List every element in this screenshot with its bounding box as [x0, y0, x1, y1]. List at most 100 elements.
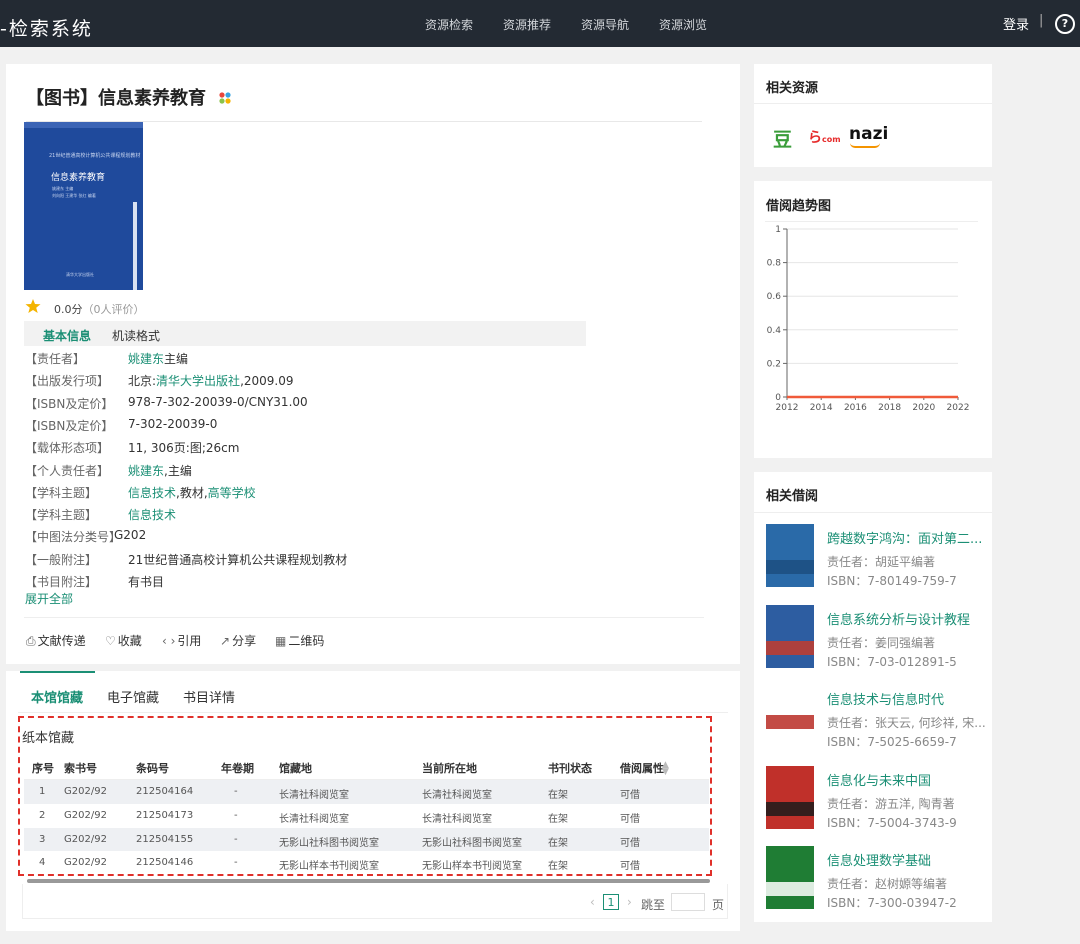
related-book-isbn: ISBN：7-5004-3743-9 — [827, 815, 957, 830]
x-tick-label: 2014 — [810, 403, 833, 413]
related-book-title[interactable]: 信息技术与信息时代 — [827, 689, 944, 708]
y-tick-label: 0.8 — [767, 259, 782, 269]
rating-score: 0.0分（0人评价） — [54, 303, 145, 316]
quote-action[interactable]: ‹ › 引用 — [162, 632, 201, 649]
y-tick-label: 1 — [775, 225, 781, 235]
expand-all-link[interactable]: 展开全部 — [25, 590, 73, 607]
document-transfer-action[interactable]: ⎙ 文献传递 — [26, 632, 86, 649]
related-book-isbn: ISBN：7-5025-6659-7 — [827, 735, 957, 749]
field-value: 21世纪普通高校计算机公共课程规划教材 — [128, 551, 347, 568]
tab-local-holdings[interactable]: 本馆馆藏 — [31, 687, 83, 706]
related-book-author: 责任者：游五洋, 陶青著 — [827, 796, 955, 811]
tab-marc-format[interactable]: 机读格式 — [112, 327, 160, 344]
field-link[interactable]: 信息技术 — [128, 486, 176, 500]
thumbnail-band — [766, 715, 814, 729]
active-tab-indicator — [20, 671, 95, 673]
field-value: 7-302-20039-0 — [128, 417, 217, 431]
y-tick-label: 0 — [775, 393, 781, 403]
related-book-author: 责任者：胡延平编著 — [827, 555, 936, 569]
action-label: 二维码 — [288, 634, 325, 648]
divider — [754, 103, 992, 104]
field-value: 信息技术 — [128, 506, 176, 523]
field-label: 【学科主题】 — [25, 508, 98, 523]
login-link[interactable]: 登录 — [1003, 14, 1029, 33]
field-value: 姚建东主编 — [128, 350, 188, 367]
field-link[interactable]: 姚建东 — [128, 464, 164, 478]
document-transfer-icon: ⎙ — [26, 634, 36, 648]
field-text: ,2009.09 — [240, 374, 294, 389]
field-link[interactable]: 高等学校 — [208, 486, 256, 500]
field-label: 【中图法分类号】 — [25, 530, 122, 545]
tab-bibliographic-details[interactable]: 书目详情 — [183, 687, 235, 706]
field-text: 北京: — [128, 374, 157, 389]
page-title: 【图书】信息素养教育 — [26, 84, 232, 110]
douban-logo[interactable]: 豆 — [773, 125, 792, 152]
action-label: 收藏 — [117, 634, 142, 648]
nav-resource-search[interactable]: 资源检索 — [425, 16, 473, 33]
highlight-box — [18, 716, 712, 876]
amazon-logo[interactable]: nazi — [849, 124, 888, 144]
nav-resource-recommend[interactable]: 资源推荐 — [503, 16, 551, 33]
field-text: 978-7-302-20039-0/CNY31.00 — [128, 394, 308, 409]
field-label: 【书目附注】 — [25, 575, 98, 589]
share-action[interactable]: ↗ 分享 — [220, 632, 256, 649]
field-value: G202 — [114, 528, 146, 542]
book-cover-image[interactable]: 21世纪普通高校计算机公共课程规划教材 信息素养教育 姚建东 主编 刘向阳 王建… — [24, 122, 143, 290]
thumbnail-band — [766, 882, 814, 896]
related-book-title[interactable]: 信息系统分析与设计教程 — [827, 609, 970, 628]
nav-resource-navigation[interactable]: 资源导航 — [581, 16, 629, 33]
field-label: 【责任者】 — [25, 352, 86, 366]
field-value: 978-7-302-20039-0/CNY31.00 — [128, 395, 308, 409]
book-thumbnail[interactable] — [766, 604, 814, 668]
y-tick-label: 0.2 — [767, 359, 781, 369]
field-link[interactable]: 姚建东 — [128, 352, 164, 366]
app-title[interactable]: -检索系统 — [0, 14, 93, 41]
borrow-trend-title: 借阅趋势图 — [766, 199, 832, 214]
qrcode-action[interactable]: ▦ 二维码 — [275, 632, 324, 649]
x-tick-label: 2012 — [776, 403, 799, 413]
field-text: ,教材, — [176, 485, 208, 500]
book-thumbnail[interactable] — [766, 846, 814, 909]
heart-action[interactable]: ♡ 收藏 — [105, 632, 142, 649]
field-text: 主编 — [164, 352, 189, 366]
help-icon[interactable]: ? — [1055, 14, 1075, 34]
field-value: 有书目 — [128, 573, 164, 590]
pager-goto-label: 跳至 — [641, 898, 666, 912]
field-link[interactable]: 信息技术 — [128, 508, 176, 522]
pager-goto-input[interactable] — [671, 893, 705, 911]
amazon-smile-icon — [850, 143, 880, 148]
field-link[interactable]: 清华大学出版社 — [156, 374, 240, 388]
x-tick-label: 2018 — [878, 403, 901, 413]
book-thumbnail[interactable] — [766, 524, 814, 587]
related-book-title[interactable]: 跨越数字鸿沟：面对第二... — [827, 528, 982, 547]
share-icon: ↗ — [220, 634, 231, 648]
nav-resource-browse[interactable]: 资源浏览 — [659, 16, 707, 33]
book-thumbnail[interactable] — [766, 765, 814, 829]
field-label: 【个人责任者】 — [25, 463, 110, 478]
field-text: G202 — [114, 528, 147, 543]
table-scrollbar[interactable] — [27, 879, 710, 883]
dangdang-logo[interactable]: らcom — [808, 127, 841, 147]
tab-basic-info[interactable]: 基本信息 — [43, 327, 91, 344]
pager-current-page[interactable]: 1 — [603, 894, 619, 910]
field-value: 北京:清华大学出版社,2009.09 — [128, 372, 294, 389]
pager-prev-icon[interactable]: ‹ — [590, 895, 595, 909]
nav-divider: | — [1039, 13, 1044, 28]
related-book-title[interactable]: 信息处理数学基础 — [827, 850, 931, 869]
field-text: 21世纪普通高校计算机公共课程规划教材 — [128, 552, 348, 567]
thumbnail-band — [766, 560, 814, 574]
x-tick-label: 2020 — [912, 403, 935, 413]
field-label: 【出版发行项】 — [25, 374, 110, 389]
field-text: 有书目 — [128, 575, 165, 589]
related-resources-title: 相关资源 — [766, 81, 819, 96]
book-thumbnail[interactable] — [766, 685, 814, 748]
star-icon[interactable] — [25, 298, 41, 314]
field-value: 信息技术,教材,高等学校 — [128, 484, 256, 501]
pager-next-icon[interactable]: › — [627, 895, 632, 909]
tab-electronic-holdings[interactable]: 电子馆藏 — [107, 687, 159, 706]
action-label: 分享 — [232, 634, 257, 648]
field-label: 【ISBN及定价】 — [25, 418, 114, 433]
field-text: 11, 306页:图;26cm — [128, 441, 240, 456]
field-label: 【学科主题】 — [25, 485, 98, 500]
related-book-title[interactable]: 信息化与未来中国 — [827, 770, 931, 789]
